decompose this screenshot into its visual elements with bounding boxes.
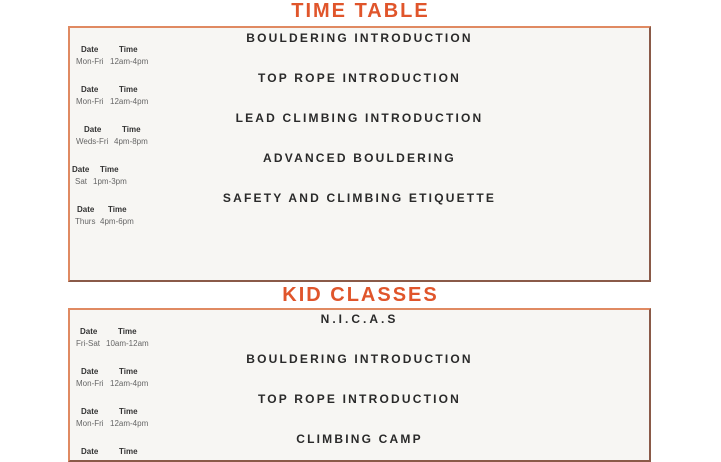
time-value: 1pm-3pm: [93, 177, 127, 186]
course-title: BOULDERING INTRODUCTION: [246, 352, 473, 366]
course-title: ADVANCED BOULDERING: [263, 151, 456, 165]
time-header: Time: [119, 407, 138, 416]
date-value: Thurs: [75, 217, 96, 226]
date-value: Weds-Fri: [76, 137, 109, 146]
time-value: 12am-4pm: [110, 379, 149, 388]
date-header: Date: [72, 165, 90, 174]
course-title: SAFETY AND CLIMBING ETIQUETTE: [222, 191, 497, 205]
time-header: Time: [118, 327, 137, 336]
kid-classes-panel: N.I.C.A.S Date Time Fri-Sat 10am-12am BO…: [68, 308, 651, 462]
time-header: Time: [100, 165, 119, 174]
date-header: Date: [81, 447, 99, 456]
course-title: N.I.C.A.S: [320, 312, 399, 326]
timetable-heading: TIME TABLE: [291, 0, 430, 22]
time-value: 4pm-6pm: [100, 217, 134, 226]
date-header: Date: [84, 125, 102, 134]
date-header: Date: [80, 327, 98, 336]
time-value: 12am-4pm: [110, 419, 149, 428]
time-value: 4pm-8pm: [114, 137, 148, 146]
kid-classes-heading: KID CLASSES: [282, 284, 439, 306]
course-title: TOP ROPE INTRODUCTION: [257, 71, 462, 85]
date-header: Date: [81, 45, 99, 54]
date-value: Mon-Fri: [76, 379, 104, 388]
time-value: 12am-4pm: [110, 57, 149, 66]
date-header: Date: [77, 205, 95, 214]
course-title: CLIMBING CAMP: [296, 432, 423, 446]
date-value: Mon-Fri: [76, 97, 104, 106]
time-header: Time: [119, 45, 138, 54]
date-value: Fri-Sat: [76, 339, 100, 348]
date-header: Date: [81, 407, 99, 416]
time-header: Time: [119, 85, 138, 94]
time-value: 10am-12am: [106, 339, 149, 348]
date-value: Sat: [75, 177, 88, 186]
time-header: Time: [119, 447, 138, 456]
course-title: TOP ROPE INTRODUCTION: [257, 392, 462, 406]
time-header: Time: [108, 205, 127, 214]
time-header: Time: [122, 125, 141, 134]
date-value: Mon-Fri: [76, 57, 104, 66]
time-value: 12am-4pm: [110, 97, 149, 106]
course-title: BOULDERING INTRODUCTION: [246, 31, 473, 45]
date-header: Date: [81, 367, 99, 376]
timetable-panel: BOULDERING INTRODUCTION Date Time Mon-Fr…: [68, 26, 651, 282]
course-title: LEAD CLIMBING INTRODUCTION: [235, 111, 484, 125]
time-header: Time: [119, 367, 138, 376]
date-header: Date: [81, 85, 99, 94]
date-value: Mon-Fri: [76, 419, 104, 428]
